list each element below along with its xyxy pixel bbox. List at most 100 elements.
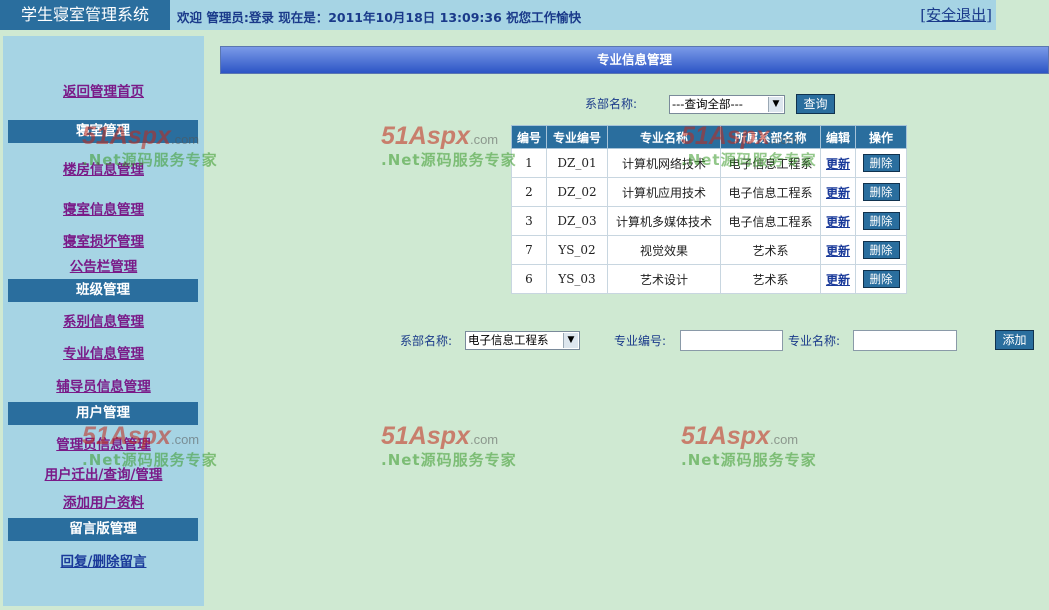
cell-id: 7 xyxy=(511,235,547,265)
col-header-id: 编号 xyxy=(511,125,547,149)
major-name-input[interactable] xyxy=(853,330,957,351)
search-dept-label: 系部名称: xyxy=(585,97,638,111)
col-header-action: 操作 xyxy=(855,125,907,149)
cell-edit: 更新 xyxy=(820,148,856,178)
query-button[interactable]: 查询 xyxy=(796,94,835,114)
watermark-suffix: .com xyxy=(469,432,499,447)
cell-dept: 电子信息工程系 xyxy=(720,206,821,236)
cell-id: 2 xyxy=(511,177,547,207)
cell-dept: 艺术系 xyxy=(720,264,821,294)
watermark-brand: 51Aspx xyxy=(381,422,470,450)
sidebar-item-user-move-out[interactable]: 用户迁出/查询/管理 xyxy=(3,463,204,483)
table-header-row: 编号 专业编号 专业名称 所属系部名称 编辑 操作 xyxy=(511,125,907,149)
delete-button[interactable]: 删除 xyxy=(862,270,900,288)
cell-edit: 更新 xyxy=(820,206,856,236)
sidebar-item-admin[interactable]: 管理员信息管理 xyxy=(3,433,204,453)
watermark-logo: 51Aspx.com .Net源码服务专家 xyxy=(381,422,521,472)
sidebar-item-counselor[interactable]: 辅导员信息管理 xyxy=(3,375,204,395)
sidebar: 返回管理首页 寝室管理 楼房信息管理 寝室信息管理 寝室损坏管理 公告栏管理 班… xyxy=(3,36,204,606)
major-code-label: 专业编号: xyxy=(614,334,667,348)
delete-button[interactable]: 删除 xyxy=(862,241,900,259)
col-header-dept: 所属系部名称 xyxy=(720,125,821,149)
table-row: 1 DZ_01 计算机网络技术 电子信息工程系 更新 删除 xyxy=(511,148,907,178)
major-code-input[interactable] xyxy=(680,330,783,351)
cell-dept: 电子信息工程系 xyxy=(720,177,821,207)
delete-button[interactable]: 删除 xyxy=(862,183,900,201)
sidebar-item-department[interactable]: 系别信息管理 xyxy=(3,310,204,330)
panel-title: 专业信息管理 xyxy=(220,46,1049,74)
cell-name: 艺术设计 xyxy=(607,264,721,294)
update-link[interactable]: 更新 xyxy=(826,244,850,258)
cell-edit: 更新 xyxy=(820,177,856,207)
cell-action: 删除 xyxy=(855,264,907,294)
cell-id: 3 xyxy=(511,206,547,236)
welcome-text: 欢迎 管理员:登录 现在是：2011年10月18日 13:09:36 祝您工作愉… xyxy=(177,10,582,25)
cell-id: 6 xyxy=(511,264,547,294)
sidebar-home-link[interactable]: 返回管理首页 xyxy=(3,80,204,100)
watermark-brand: 51Aspx xyxy=(381,122,470,150)
cell-name: 计算机多媒体技术 xyxy=(607,206,721,236)
delete-button[interactable]: 删除 xyxy=(862,154,900,172)
cell-code: YS_03 xyxy=(546,264,608,294)
add-dept-label: 系部名称: xyxy=(400,334,453,348)
cell-action: 删除 xyxy=(855,206,907,236)
cell-code: YS_02 xyxy=(546,235,608,265)
table-row: 2 DZ_02 计算机应用技术 电子信息工程系 更新 删除 xyxy=(511,177,907,207)
sidebar-item-bulletin[interactable]: 公告栏管理 xyxy=(3,255,204,275)
cell-edit: 更新 xyxy=(820,235,856,265)
search-dept-select[interactable]: ---查询全部--- ▼ xyxy=(669,95,785,114)
top-bar: 学生寝室管理系统 欢迎 管理员:登录 现在是：2011年10月18日 13:09… xyxy=(0,0,1049,32)
update-link[interactable]: 更新 xyxy=(826,186,850,200)
add-button[interactable]: 添加 xyxy=(995,330,1034,350)
cell-name: 视觉效果 xyxy=(607,235,721,265)
cell-edit: 更新 xyxy=(820,264,856,294)
sidebar-item-building[interactable]: 楼房信息管理 xyxy=(3,158,204,178)
system-title: 学生寝室管理系统 xyxy=(0,0,170,30)
sidebar-item-add-user[interactable]: 添加用户资料 xyxy=(3,491,204,511)
col-header-name: 专业名称 xyxy=(607,125,721,149)
cell-name: 计算机网络技术 xyxy=(607,148,721,178)
sidebar-section-class: 班级管理 xyxy=(8,279,198,302)
cell-code: DZ_01 xyxy=(546,148,608,178)
cell-action: 删除 xyxy=(855,235,907,265)
cell-code: DZ_03 xyxy=(546,206,608,236)
table-row: 6 YS_03 艺术设计 艺术系 更新 删除 xyxy=(511,264,907,294)
watermark-slogan: .Net源码服务专家 xyxy=(381,451,517,469)
major-table: 编号 专业编号 专业名称 所属系部名称 编辑 操作 1 DZ_01 计算机网络技… xyxy=(511,125,907,294)
sidebar-section-dorm: 寝室管理 xyxy=(8,120,198,143)
watermark-brand: 51Aspx xyxy=(681,422,770,450)
chevron-down-icon: ▼ xyxy=(563,333,578,348)
cell-code: DZ_02 xyxy=(546,177,608,207)
watermark-suffix: .com xyxy=(469,132,499,147)
watermark-slogan: .Net源码服务专家 xyxy=(681,451,817,469)
logout-link[interactable]: [安全退出] xyxy=(920,4,992,25)
update-link[interactable]: 更新 xyxy=(826,157,850,171)
sidebar-item-reply-message[interactable]: 回复/删除留言 xyxy=(3,550,204,570)
cell-name: 计算机应用技术 xyxy=(607,177,721,207)
cell-id: 1 xyxy=(511,148,547,178)
table-row: 7 YS_02 视觉效果 艺术系 更新 删除 xyxy=(511,235,907,265)
sidebar-section-user: 用户管理 xyxy=(8,402,198,425)
cell-dept: 艺术系 xyxy=(720,235,821,265)
cell-action: 删除 xyxy=(855,177,907,207)
update-link[interactable]: 更新 xyxy=(826,215,850,229)
search-dept-selected: ---查询全部--- xyxy=(672,97,743,111)
add-dept-select[interactable]: 电子信息工程系 ▼ xyxy=(465,331,580,350)
sidebar-item-dorm-info[interactable]: 寝室信息管理 xyxy=(3,198,204,218)
watermark-suffix: .com xyxy=(769,432,799,447)
update-link[interactable]: 更新 xyxy=(826,273,850,287)
sidebar-item-dorm-damage[interactable]: 寝室损坏管理 xyxy=(3,230,204,250)
table-row: 3 DZ_03 计算机多媒体技术 电子信息工程系 更新 删除 xyxy=(511,206,907,236)
welcome-strip: 欢迎 管理员:登录 现在是：2011年10月18日 13:09:36 祝您工作愉… xyxy=(170,0,996,30)
sidebar-section-message: 留言版管理 xyxy=(8,518,198,541)
sidebar-item-major[interactable]: 专业信息管理 xyxy=(3,342,204,362)
delete-button[interactable]: 删除 xyxy=(862,212,900,230)
watermark-logo: 51Aspx.com .Net源码服务专家 xyxy=(381,122,521,172)
cell-dept: 电子信息工程系 xyxy=(720,148,821,178)
watermark-slogan: .Net源码服务专家 xyxy=(381,151,517,169)
col-header-edit: 编辑 xyxy=(820,125,856,149)
col-header-code: 专业编号 xyxy=(546,125,608,149)
add-dept-selected: 电子信息工程系 xyxy=(468,333,549,347)
cell-action: 删除 xyxy=(855,148,907,178)
chevron-down-icon: ▼ xyxy=(768,97,783,112)
